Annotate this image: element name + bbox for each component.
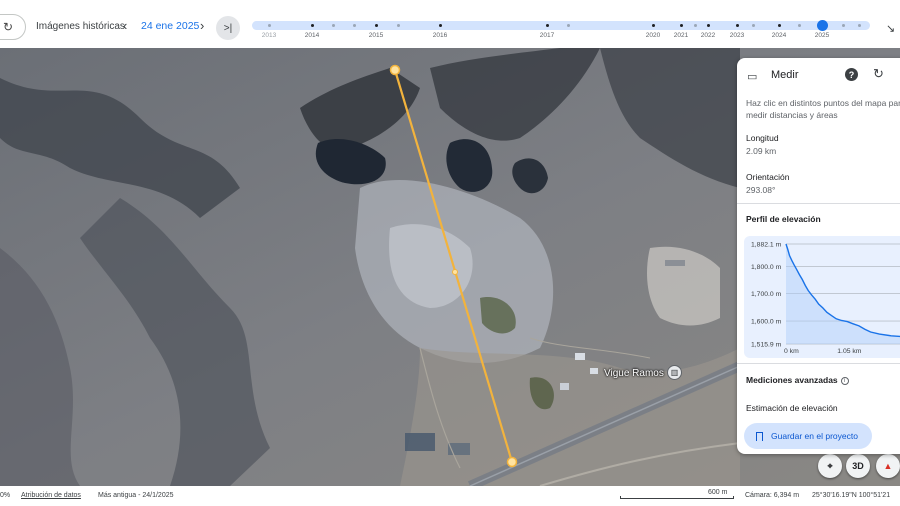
y-tick-label: 1,882.1 m [751, 242, 782, 249]
heading-label: Orientación [746, 172, 790, 182]
timeline-year[interactable]: 2017 [540, 32, 554, 39]
timeline-tick[interactable] [567, 24, 570, 27]
measure-midpoint[interactable] [452, 269, 458, 275]
help-icon[interactable]: ? [845, 68, 858, 81]
skip-to-latest-button[interactable]: >| [216, 16, 240, 40]
save-to-project-button[interactable]: Guardar en el proyecto [744, 423, 872, 449]
x-tick-label: 0 km [784, 348, 799, 355]
compass-icon: ▲ [883, 461, 893, 471]
length-value: 2.09 km [746, 146, 777, 156]
view-3d-button[interactable]: 3D [846, 454, 870, 478]
x-tick-label: 1.05 km [837, 348, 862, 355]
crosshair-icon: ⌖ [827, 460, 833, 471]
advanced-measurements-label: Mediciones avanzadas [746, 375, 838, 385]
timeline-tick[interactable] [311, 24, 314, 27]
skip-to-latest-icon: >| [223, 22, 233, 34]
timeline-tick[interactable] [707, 24, 710, 27]
measure-instructions: Haz clic en distintos puntos del mapa pa… [746, 98, 900, 120]
rotate-button[interactable]: ↻ [0, 14, 26, 40]
compass-button[interactable]: ▲ [876, 454, 900, 478]
chevron-left-icon[interactable]: ‹ [123, 18, 127, 34]
timeline-tick[interactable] [798, 24, 801, 27]
timeline-tick[interactable] [680, 24, 683, 27]
measure-panel: ▭ Medir ? ↻ Haz clic en distintos puntos… [737, 58, 900, 454]
save-to-project-label: Guardar en el proyecto [771, 431, 858, 441]
imagery-date[interactable]: 24 ene 2025 [141, 20, 199, 32]
elevation-profile-title: Perfil de elevación [746, 214, 821, 224]
locate-button[interactable]: ⌖ [818, 454, 842, 478]
timeline-tick[interactable] [858, 24, 861, 27]
elevation-estimate-label: Estimación de elevación [746, 403, 838, 413]
imagery-date-range: Más antigua - 24/1/2025 [98, 492, 174, 499]
timeline-tick[interactable] [268, 24, 271, 27]
y-tick-label: 1,515.9 m [751, 342, 782, 349]
google-earth-app: ↻ Imágenes históricas ‹ 24 ene 2025 › >| [0, 0, 900, 506]
timeline-year[interactable]: 2016 [433, 32, 447, 39]
coordinates: 25°30'16.19"N 100°51'21 [812, 492, 891, 499]
timeline-tick[interactable] [353, 24, 356, 27]
timeline-year[interactable]: 2024 [772, 32, 786, 39]
elevation-profile-chart[interactable]: 1,882.1 m 1,800.0 m 1,700.0 m 1,600.0 m 1,51… [744, 236, 900, 358]
timeline-year[interactable]: 2013 [262, 32, 276, 39]
panel-title: Medir [771, 69, 799, 81]
info-icon[interactable]: i [840, 377, 849, 385]
heading-value: 293.08° [746, 185, 776, 195]
timeline-tick[interactable] [397, 24, 400, 27]
chevron-right-icon[interactable]: › [200, 18, 204, 34]
y-tick-label: 1,600.0 m [751, 319, 782, 326]
scale-label: 600 m [708, 489, 728, 496]
camera-altitude: Cámara: 6,394 m [745, 492, 800, 499]
timeline-tick[interactable] [375, 24, 378, 27]
scale-bar[interactable] [620, 496, 734, 499]
timeline-current-marker[interactable] [817, 20, 828, 31]
status-bar: 0% Atribución de datos Más antigua - 24/… [0, 486, 900, 506]
timeline-tick[interactable] [694, 24, 697, 27]
timeline-tick[interactable] [546, 24, 549, 27]
y-tick-label: 1,700.0 m [751, 291, 782, 298]
length-label: Longitud [746, 133, 779, 143]
divider [737, 203, 900, 204]
landmark-icon[interactable]: ▥ [667, 365, 682, 380]
timeline-tick[interactable] [778, 24, 781, 27]
timeline-year[interactable]: 2020 [646, 32, 660, 39]
timeline-year[interactable]: 2015 [369, 32, 383, 39]
ruler-icon: ▭ [747, 71, 758, 83]
place-label[interactable]: Vigue Ramos [604, 368, 664, 379]
timeline-tick[interactable] [842, 24, 845, 27]
timeline-tick[interactable] [736, 24, 739, 27]
timeline-tick[interactable] [332, 24, 335, 27]
rotate-icon: ↻ [2, 20, 13, 34]
divider [737, 363, 900, 364]
timeline-year[interactable]: 2022 [701, 32, 715, 39]
zoom-percent: 0% [0, 492, 11, 499]
timeline-year[interactable]: 2021 [674, 32, 688, 39]
measure-start-point[interactable] [389, 64, 401, 76]
view-3d-label: 3D [852, 461, 864, 471]
measure-end-point[interactable] [506, 456, 518, 468]
timeline-year[interactable]: 2023 [730, 32, 744, 39]
timeline-tick[interactable] [652, 24, 655, 27]
y-tick-label: 1,800.0 m [751, 264, 782, 271]
timeline-year[interactable]: 2025 [815, 32, 829, 39]
data-attribution-link[interactable]: Atribución de datos [21, 492, 81, 499]
elevation-area [786, 244, 900, 344]
historical-imagery-toolbar: ↻ Imágenes históricas ‹ 24 ene 2025 › >| [0, 4, 900, 48]
timeline-year[interactable]: 2014 [305, 32, 319, 39]
timeline-tick[interactable] [439, 24, 442, 27]
historical-imagery-label: Imágenes históricas [36, 21, 125, 32]
timeline-tick[interactable] [752, 24, 755, 27]
compress-icon[interactable]: ↘ [886, 22, 895, 35]
reset-icon[interactable]: ↻ [873, 66, 884, 82]
imagery-timeline[interactable]: 2013 2014 2015 2016 2017 2020 2021 2022 … [252, 20, 870, 39]
advanced-measurements-title: Mediciones avanzadas i [746, 375, 849, 385]
elevation-chart-svg[interactable]: 1,882.1 m 1,800.0 m 1,700.0 m 1,600.0 m 1,51… [744, 236, 900, 358]
bookmark-icon [756, 431, 763, 441]
